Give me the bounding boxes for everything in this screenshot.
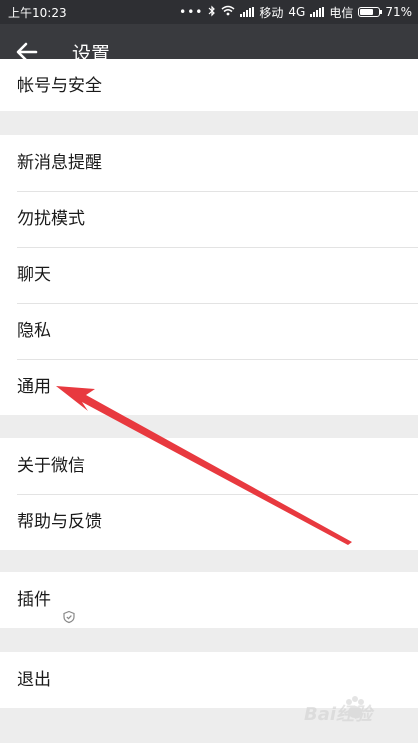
settings-item-label: 通用 bbox=[17, 377, 51, 397]
settings-item-new-message-alerts[interactable]: 新消息提醒 bbox=[0, 135, 418, 191]
carrier-telecom: 电信 bbox=[329, 5, 354, 20]
settings-item-chat[interactable]: 聊天 bbox=[0, 247, 418, 303]
settings-item-label: 聊天 bbox=[17, 265, 51, 285]
settings-item-do-not-disturb[interactable]: 勿扰模式 bbox=[0, 191, 418, 247]
settings-group-main: 新消息提醒 勿扰模式 聊天 隐私 通用 bbox=[0, 135, 418, 415]
settings-item-label: 插件 bbox=[17, 590, 51, 610]
settings-item-label: 退出 bbox=[17, 670, 51, 690]
notification-dots: ••• bbox=[179, 5, 204, 19]
settings-item-label: 帐号与安全 bbox=[17, 76, 102, 96]
status-indicators: ••• 移动 4G 电信 71% bbox=[179, 3, 412, 21]
status-bar: 上午10:23 ••• 移动 4G 电信 71% bbox=[0, 0, 418, 24]
settings-group-about: 关于微信 帮助与反馈 bbox=[0, 438, 418, 550]
bluetooth-icon bbox=[208, 5, 216, 20]
settings-item-label: 勿扰模式 bbox=[17, 209, 85, 229]
settings-item-plugins[interactable]: 插件 bbox=[0, 572, 418, 628]
watermark-text: Bai经验 bbox=[304, 704, 373, 725]
battery-percent: 71% bbox=[385, 5, 412, 19]
settings-item-about-wechat[interactable]: 关于微信 bbox=[0, 438, 418, 494]
network-type: 4G bbox=[288, 5, 306, 19]
carrier-mobile: 移动 bbox=[259, 5, 284, 20]
signal-icon bbox=[240, 7, 255, 17]
status-time: 上午10:23 bbox=[8, 6, 67, 20]
wifi-icon bbox=[221, 5, 235, 19]
settings-item-label: 帮助与反馈 bbox=[17, 512, 102, 532]
signal-icon-2 bbox=[310, 7, 325, 17]
shield-icon bbox=[62, 591, 76, 624]
settings-item-label: 新消息提醒 bbox=[17, 153, 102, 173]
settings-group-plugins: 插件 bbox=[0, 572, 418, 628]
settings-item-general[interactable]: 通用 bbox=[0, 359, 418, 415]
settings-item-label: 隐私 bbox=[17, 321, 51, 341]
settings-item-label: 关于微信 bbox=[17, 456, 85, 476]
settings-item-privacy[interactable]: 隐私 bbox=[0, 303, 418, 359]
battery-icon bbox=[358, 7, 383, 17]
watermark: Bai经验 bbox=[292, 690, 416, 730]
settings-item-account-security[interactable]: 帐号与安全 bbox=[0, 59, 418, 111]
settings-item-help-feedback[interactable]: 帮助与反馈 bbox=[0, 494, 418, 550]
settings-group-account: 帐号与安全 bbox=[0, 59, 418, 111]
